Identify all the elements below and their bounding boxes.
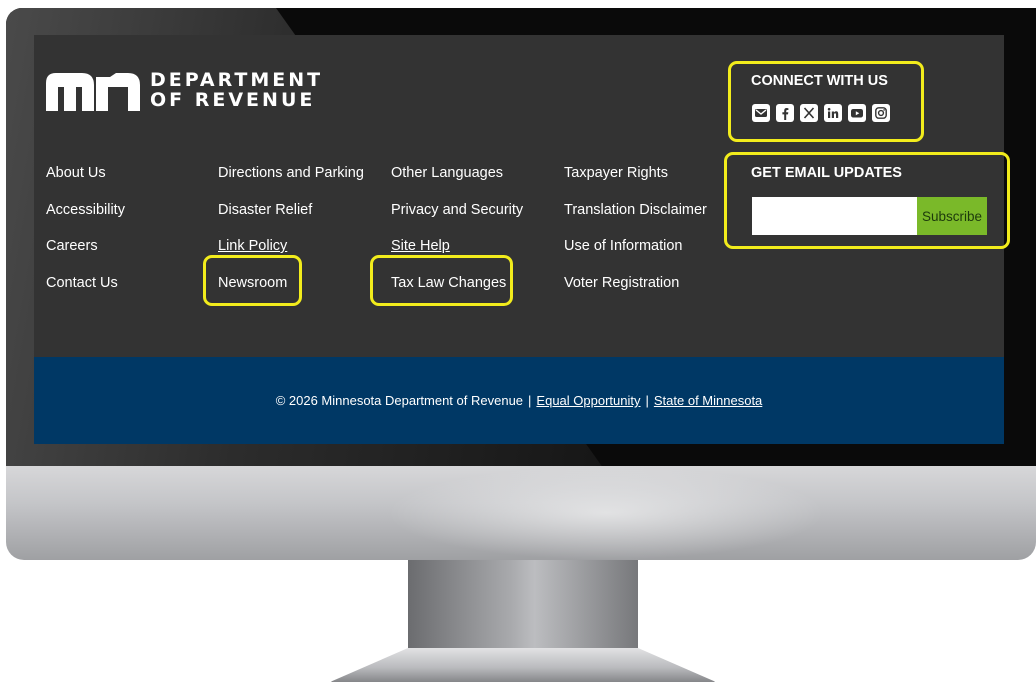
- footer-link-link-policy[interactable]: Link Policy: [218, 236, 388, 273]
- instagram-icon[interactable]: [872, 104, 890, 122]
- footer-link-contact-us[interactable]: Contact Us: [46, 273, 216, 310]
- facebook-icon[interactable]: [776, 104, 794, 122]
- chin-reflection: [386, 466, 826, 560]
- logo-line-2: OF REVENUE: [150, 89, 316, 111]
- separator: |: [528, 393, 532, 408]
- mn-logo-icon: [46, 73, 140, 111]
- email-updates-input[interactable]: [752, 197, 917, 235]
- footer-column-2: Directions and Parking Disaster Relief L…: [218, 163, 388, 309]
- youtube-icon[interactable]: [848, 104, 866, 122]
- equal-opportunity-link[interactable]: Equal Opportunity: [536, 393, 640, 408]
- footer-link-about-us[interactable]: About Us: [46, 163, 216, 200]
- footer-link-other-languages[interactable]: Other Languages: [391, 163, 561, 200]
- footer-link-site-help[interactable]: Site Help: [391, 236, 561, 273]
- connect-title: CONNECT WITH US: [751, 73, 888, 89]
- monitor-stand-base: [330, 648, 716, 682]
- copyright-text: © 2026 Minnesota Department of Revenue: [275, 393, 524, 408]
- footer-link-translation-disclaimer[interactable]: Translation Disclaimer: [564, 200, 734, 237]
- subscribe-button[interactable]: Subscribe: [917, 197, 987, 235]
- footer-column-3: Other Languages Privacy and Security Sit…: [391, 163, 561, 309]
- footer-link-privacy-security[interactable]: Privacy and Security: [391, 200, 561, 237]
- site-footer: DEPARTMENT OF REVENUE About Us Accessibi…: [34, 35, 1004, 444]
- footer-link-newsroom[interactable]: Newsroom: [218, 273, 388, 310]
- footer-link-accessibility[interactable]: Accessibility: [46, 200, 216, 237]
- footer-link-disaster-relief[interactable]: Disaster Relief: [218, 200, 388, 237]
- logo-line-1: DEPARTMENT: [150, 69, 324, 91]
- footer-link-link-policy-label: Link Policy: [218, 238, 288, 254]
- footer-link-taxpayer-rights[interactable]: Taxpayer Rights: [564, 163, 734, 200]
- footer-link-careers[interactable]: Careers: [46, 236, 216, 273]
- monitor-chin: [6, 466, 1036, 560]
- logo-wordmark: DEPARTMENT OF REVENUE: [150, 70, 323, 110]
- social-links: [752, 104, 890, 122]
- footer-link-voter-registration[interactable]: Voter Registration: [564, 273, 734, 310]
- state-of-minnesota-link[interactable]: State of Minnesota: [654, 393, 762, 408]
- x-icon[interactable]: [800, 104, 818, 122]
- separator: |: [645, 393, 649, 408]
- email-updates-title: GET EMAIL UPDATES: [751, 165, 902, 181]
- footer-link-directions-parking[interactable]: Directions and Parking: [218, 163, 388, 200]
- footer-column-4: Taxpayer Rights Translation Disclaimer U…: [564, 163, 734, 309]
- footer-link-use-of-information[interactable]: Use of Information: [564, 236, 734, 273]
- email-icon[interactable]: [752, 104, 770, 122]
- footer-column-1: About Us Accessibility Careers Contact U…: [46, 163, 216, 309]
- monitor-mockup: DEPARTMENT OF REVENUE About Us Accessibi…: [0, 0, 1036, 687]
- monitor-stand-neck: [408, 560, 638, 650]
- linkedin-icon[interactable]: [824, 104, 842, 122]
- footer-link-site-help-label: Site Help: [391, 238, 450, 254]
- footer-link-tax-law-changes[interactable]: Tax Law Changes: [391, 273, 561, 310]
- bottom-bar: © 2026 Minnesota Department of Revenue |…: [34, 357, 1004, 444]
- mn-revenue-logo[interactable]: DEPARTMENT OF REVENUE: [46, 69, 323, 111]
